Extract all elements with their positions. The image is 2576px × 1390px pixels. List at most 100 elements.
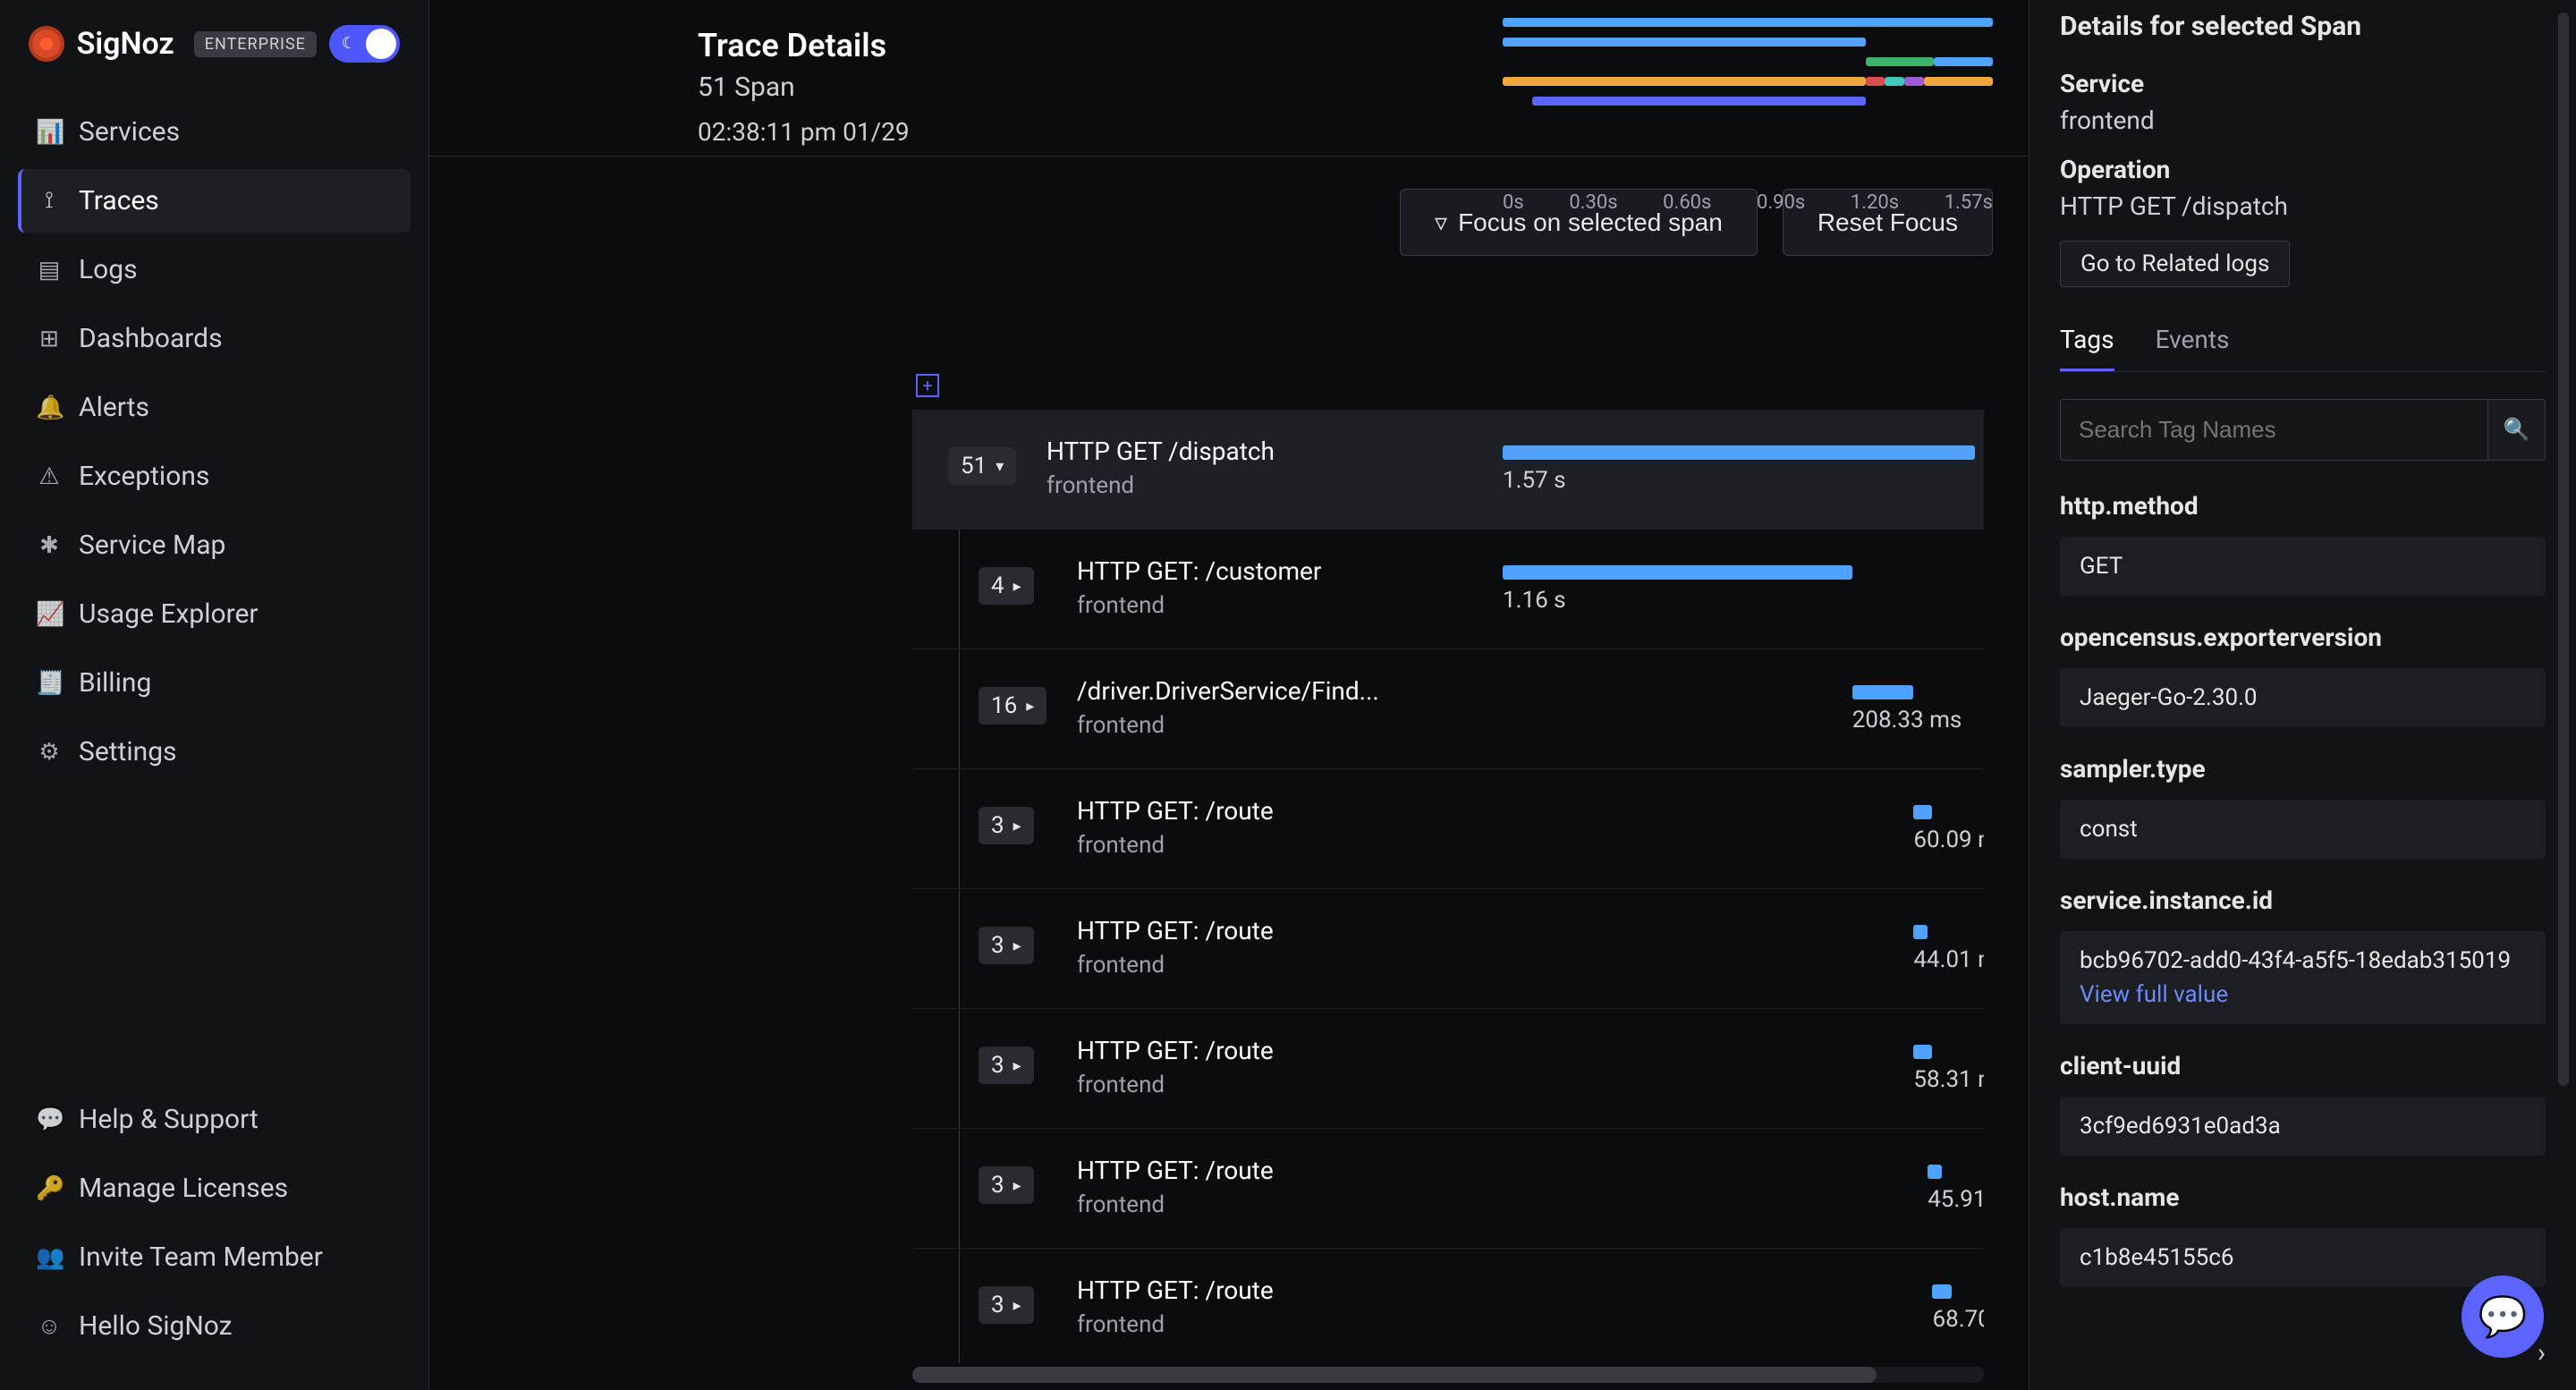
time-tick: 0s: [1503, 191, 1524, 214]
span-service: frontend: [1077, 592, 1165, 619]
tag-value: const: [2060, 800, 2546, 859]
span-bar: [1932, 1284, 1951, 1299]
span-bar-area: 44.01 ms: [1503, 889, 1975, 1008]
tag-list: http.methodGETopencensus.exporterversion…: [2060, 491, 2546, 1287]
caret-icon: ▸: [1013, 817, 1021, 835]
nav-label: Alerts: [79, 392, 149, 423]
sidebar-header: SigNoz ENTERPRISE ☾: [0, 0, 428, 84]
span-row[interactable]: 3▸HTTP GET: /routefrontend44.01 ms: [912, 889, 1984, 1009]
span-bar: [1503, 565, 1852, 580]
nav-label: Usage Explorer: [79, 598, 258, 630]
minimap-bar: [1866, 77, 1885, 86]
time-tick: 0.30s: [1569, 191, 1617, 214]
span-row[interactable]: 3▸ HTTP GET: /route frontend 68.70 ms: [912, 1249, 1984, 1363]
sidebar-item-traces[interactable]: ⟟Traces: [18, 169, 411, 233]
trace-minimap[interactable]: [1503, 18, 1993, 125]
span-bar: [1928, 1165, 1942, 1179]
sidebar: SigNoz ENTERPRISE ☾ 📊Services⟟Traces▤Log…: [0, 0, 429, 1390]
moon-icon: ☾: [342, 34, 356, 53]
horizontal-scrollbar[interactable]: [912, 1367, 1984, 1383]
footer-item-manage-licenses[interactable]: 🔑Manage Licenses: [18, 1157, 411, 1220]
span-name: HTTP GET: /route: [1077, 1276, 1274, 1305]
time-ticks: 0s0.30s0.60s0.90s1.20s1.57s: [1503, 191, 1993, 214]
nav-icon: 👥: [36, 1244, 63, 1271]
span-count: 51: [961, 453, 987, 479]
theme-toggle[interactable]: ☾: [329, 25, 400, 63]
chat-fab[interactable]: 💬: [2462, 1276, 2544, 1358]
enterprise-badge: ENTERPRISE: [194, 31, 317, 57]
sidebar-item-alerts[interactable]: 🔔 Alerts: [18, 376, 411, 439]
span-expand-badge[interactable]: 3▸: [979, 807, 1034, 844]
operation-label: Operation: [2060, 155, 2546, 184]
span-name: /driver.DriverService/Find...: [1077, 676, 1379, 706]
span-row[interactable]: 3▸HTTP GET: /routefrontend60.09 ms: [912, 769, 1984, 889]
span-row[interactable]: 3▸HTTP GET: /routefrontend58.31 ms: [912, 1009, 1984, 1129]
span-expand-badge[interactable]: 3▸: [979, 927, 1034, 964]
span-expand-badge[interactable]: 3▸: [979, 1166, 1034, 1204]
sidebar-item-billing[interactable]: 🧾Billing: [18, 651, 411, 715]
nav-label: Manage Licenses: [79, 1173, 288, 1204]
span-duration: 1.16 s: [1503, 587, 1566, 614]
span-service: frontend: [1077, 1311, 1165, 1338]
span-expand-badge[interactable]: 4▸: [979, 567, 1034, 605]
view-full-value-link[interactable]: View full value: [2080, 981, 2526, 1008]
nav-label: Help & Support: [79, 1104, 258, 1135]
tab-tags[interactable]: Tags: [2060, 310, 2114, 371]
span-row[interactable]: 4▸HTTP GET: /customerfrontend1.16 s: [912, 530, 1984, 649]
nav-icon: 🧾: [36, 670, 63, 697]
span-expand-badge[interactable]: 3▸: [979, 1286, 1034, 1324]
span-row[interactable]: 51▾HTTP GET /dispatchfrontend1.57 s: [912, 410, 1984, 530]
collapse-panel-button[interactable]: ›: [2538, 1337, 2546, 1369]
sidebar-item-usage-explorer[interactable]: 📈 Usage Explorer: [18, 582, 411, 646]
span-count: 16: [991, 692, 1017, 719]
nav-label: Service Map: [79, 530, 225, 561]
span-duration: 68.70 ms: [1932, 1306, 1984, 1333]
caret-icon: ▸: [1013, 937, 1021, 955]
tag-search-button[interactable]: 🔍: [2488, 399, 2546, 461]
details-panel: Details for selected Span Service fronte…: [2029, 0, 2576, 1390]
footer-item-hello-signoz[interactable]: ☺Hello SigNoz: [18, 1294, 411, 1358]
details-scrollbar[interactable]: [2558, 13, 2569, 1086]
footer-item-help-support[interactable]: 💬 Help & Support: [18, 1088, 411, 1151]
tag-key: sampler.type: [2060, 754, 2546, 784]
sidebar-item-dashboards[interactable]: ⊞Dashboards: [18, 307, 411, 370]
tag-key: opencensus.exporterversion: [2060, 623, 2546, 652]
span-row[interactable]: 3▸HTTP GET: /routefrontend45.91 ms: [912, 1129, 1984, 1249]
span-expand-badge[interactable]: 16▸: [979, 687, 1046, 725]
sidebar-item-services[interactable]: 📊Services: [18, 100, 411, 164]
nav-footer: 💬 Help & Support 🔑Manage Licenses👥Invite T…: [0, 1088, 428, 1390]
nav-label: Logs: [79, 254, 138, 285]
span-expand-badge[interactable]: 51▾: [948, 447, 1016, 485]
span-service: frontend: [1046, 472, 1134, 499]
tag-search-input[interactable]: [2060, 399, 2488, 461]
timestamp: 02:38:11 pm 01/29: [698, 117, 910, 147]
sidebar-item-logs[interactable]: ▤Logs: [18, 238, 411, 301]
sidebar-item-settings[interactable]: ⚙Settings: [18, 720, 411, 784]
span-count: 3: [991, 1172, 1004, 1199]
tag-value: bcb96702-add0-43f4-a5f5-18edab315019View…: [2060, 931, 2546, 1024]
caret-icon: ▸: [1013, 1296, 1021, 1315]
caret-icon: ▸: [1013, 577, 1021, 596]
span-service: frontend: [1077, 1072, 1165, 1098]
span-duration: 45.91 ms: [1928, 1186, 1984, 1213]
sidebar-item-service-map[interactable]: ✱Service Map: [18, 513, 411, 577]
tag-key: http.method: [2060, 491, 2546, 521]
span-bar: [1913, 925, 1928, 939]
sidebar-item-exceptions[interactable]: ⚠Exceptions: [18, 445, 411, 508]
nav-icon: 💬: [36, 1106, 63, 1133]
tag-key: host.name: [2060, 1182, 2546, 1212]
nav-icon: 📈: [36, 601, 63, 628]
span-row[interactable]: 16▸/driver.DriverService/Find...frontend…: [912, 649, 1984, 769]
expand-all-button[interactable]: +: [916, 374, 939, 397]
service-label: Service: [2060, 69, 2546, 98]
footer-item-invite-team-member[interactable]: 👥Invite Team Member: [18, 1225, 411, 1289]
span-list[interactable]: 51▾HTTP GET /dispatchfrontend1.57 s 4▸ HTT…: [912, 410, 1984, 1363]
related-logs-button[interactable]: Go to Related logs: [2060, 241, 2290, 287]
scrollbar-thumb[interactable]: [912, 1367, 1877, 1383]
tab-events[interactable]: Events: [2156, 310, 2230, 371]
minimap-bar: [1924, 77, 1993, 86]
nav-icon: 🔔: [36, 394, 63, 421]
service-value: frontend: [2060, 106, 2546, 135]
nav-icon: ⟟: [36, 187, 63, 215]
span-expand-badge[interactable]: 3▸: [979, 1047, 1034, 1084]
